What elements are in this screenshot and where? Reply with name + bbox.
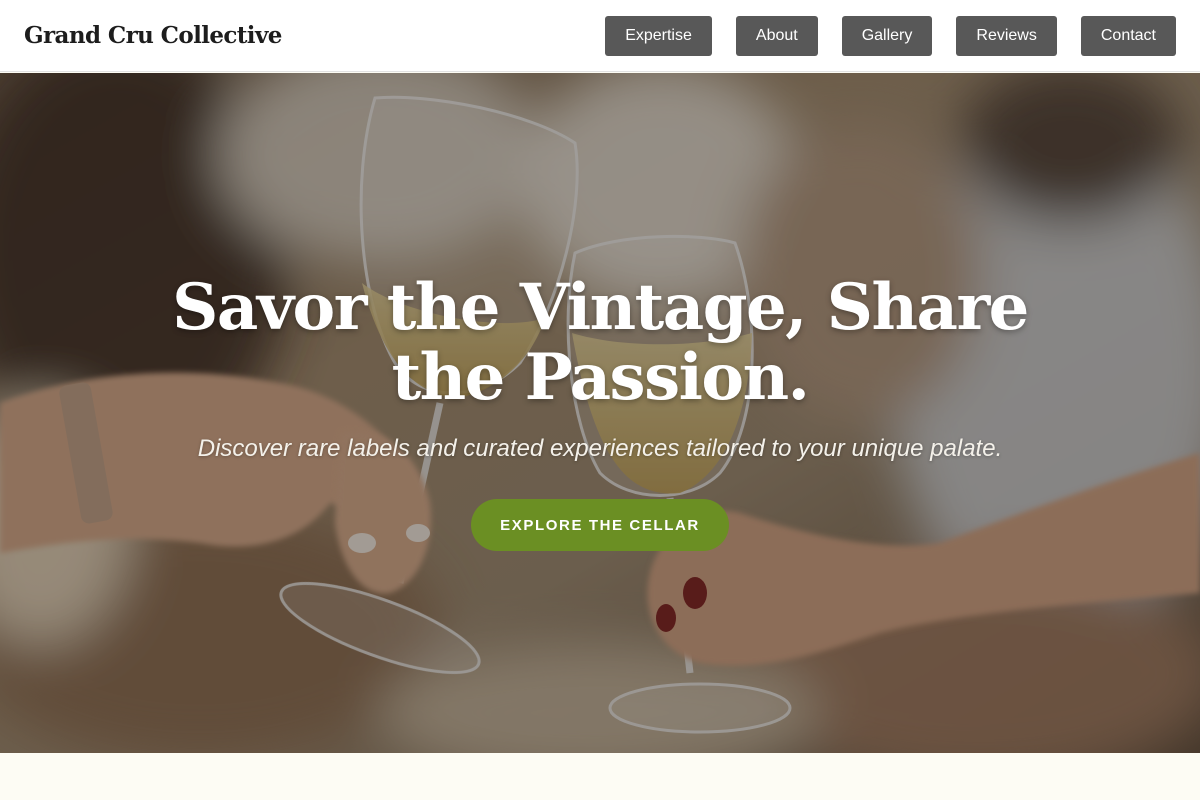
- next-section: [0, 753, 1200, 800]
- nav-gallery-button[interactable]: Gallery: [841, 15, 933, 56]
- main-nav: Expertise About Gallery Reviews Contact: [605, 15, 1176, 56]
- nav-contact-button[interactable]: Contact: [1080, 15, 1176, 56]
- nav-expertise-button[interactable]: Expertise: [605, 15, 712, 56]
- hero-section: Savor the Vintage, Share the Passion. Di…: [0, 73, 1200, 753]
- nav-about-button[interactable]: About: [735, 15, 818, 56]
- explore-cellar-button[interactable]: EXPLORE THE CELLAR: [471, 499, 729, 551]
- site-header: Grand Cru Collective Expertise About Gal…: [0, 0, 1200, 72]
- nav-reviews-button[interactable]: Reviews: [956, 15, 1057, 56]
- hero-subtitle: Discover rare labels and curated experie…: [197, 435, 1003, 462]
- brand-logo[interactable]: Grand Cru Collective: [24, 22, 282, 49]
- hero-content: Savor the Vintage, Share the Passion. Di…: [0, 73, 1200, 753]
- hero-title: Savor the Vintage, Share the Passion.: [172, 270, 1029, 415]
